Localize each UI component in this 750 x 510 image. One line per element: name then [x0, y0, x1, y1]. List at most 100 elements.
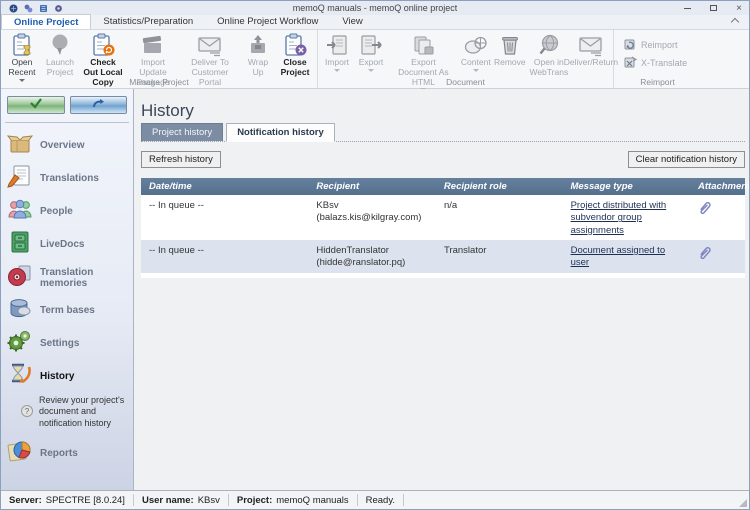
import-update-package-icon	[140, 33, 166, 57]
titlebar: memoQ manuals - memoQ online project ×	[1, 1, 749, 15]
deliver-return-icon	[577, 33, 605, 57]
close-button[interactable]: ×	[733, 2, 745, 14]
import-button[interactable]: Import	[320, 32, 354, 78]
quick-access-toolbar	[9, 4, 63, 13]
undo-arrow-icon	[91, 96, 105, 114]
cell-recipient: KBsv (balazs.kis@kilgray.com)	[308, 195, 436, 228]
x-translate-button[interactable]: X-Translate	[624, 56, 687, 70]
sidebar-item-translations[interactable]: Translations	[7, 162, 133, 195]
resources-icon[interactable]	[39, 4, 48, 13]
cabinet-icon	[7, 229, 33, 260]
open-in-webtrans-button[interactable]: Open in WebTrans	[527, 32, 571, 78]
sidebar-item-term-bases[interactable]: Term bases	[7, 294, 133, 327]
reimport-icon	[624, 38, 637, 52]
open-in-webtrans-icon	[537, 33, 561, 57]
sidebar-item-reports[interactable]: Reports	[7, 437, 133, 470]
document-pen-icon	[7, 163, 33, 194]
dropdown-arrow-icon	[334, 69, 340, 72]
content-button[interactable]: Content	[459, 32, 493, 78]
x-translate-icon	[624, 56, 637, 70]
statusbar: Server: SPECTRE [8.0.24] User name: KBsv…	[1, 490, 749, 509]
content-icon	[463, 33, 489, 57]
ribbon-tab-strip: Online Project Statistics/Preparation On…	[1, 15, 749, 30]
reimport-button[interactable]: Reimport	[624, 38, 687, 52]
cell-role: Translator	[436, 240, 563, 260]
column-recipient[interactable]: Recipient	[308, 181, 436, 192]
sidebar: Overview Translations People LiveDocs Tr…	[1, 89, 134, 490]
column-recipient-role[interactable]: Recipient role	[436, 181, 563, 192]
status-project: Project: memoQ manuals	[229, 494, 358, 506]
collapse-ribbon-icon[interactable]	[732, 18, 739, 23]
group-label-reimport: Reimport	[614, 77, 701, 87]
sidebar-item-overview[interactable]: Overview	[7, 129, 133, 162]
export-document-as-html-icon	[410, 33, 436, 57]
resize-grip[interactable]	[739, 499, 747, 507]
package-icon	[7, 130, 33, 161]
options-gear-icon[interactable]	[54, 4, 63, 13]
revert-changes-button[interactable]	[70, 96, 128, 114]
history-description: ? Review your project's document and not…	[7, 393, 133, 437]
maximize-button[interactable]	[707, 2, 719, 14]
sidebar-item-people[interactable]: People	[7, 195, 133, 228]
close-project-button[interactable]: Close Project	[275, 32, 315, 78]
message-type-link[interactable]: Project distributed with subvendor group…	[571, 200, 667, 236]
import-update-package-button[interactable]: Import Update Package	[127, 32, 179, 78]
open-recent-icon	[9, 33, 35, 57]
help-icon[interactable]: ?	[21, 405, 33, 417]
cell-date: -- In queue --	[141, 195, 308, 215]
remove-button[interactable]: Remove	[493, 32, 527, 78]
memory-disc-icon	[7, 262, 33, 293]
refresh-history-button[interactable]: Refresh history	[141, 151, 221, 168]
group-label-document: Document	[318, 77, 613, 87]
sync-icon[interactable]	[24, 4, 33, 13]
app-window: memoQ manuals - memoQ online project × O…	[0, 0, 750, 510]
sidebar-item-livedocs[interactable]: LiveDocs	[7, 228, 133, 261]
maximize-icon	[710, 5, 717, 11]
tab-online-project-workflow[interactable]: Online Project Workflow	[205, 14, 330, 29]
column-attachment[interactable]: Attachment	[690, 181, 745, 192]
table-empty-space	[141, 273, 745, 278]
check-icon	[29, 96, 43, 114]
gears-icon	[7, 328, 33, 359]
ribbon: Open Recent Launch Project Check Out Loc…	[1, 30, 749, 89]
ribbon-group-manage-project: Open Recent Launch Project Check Out Loc…	[1, 30, 317, 88]
tab-online-project[interactable]: Online Project	[1, 14, 91, 29]
window-title: memoQ manuals - memoQ online project	[1, 3, 749, 13]
cell-recipient: HiddenTranslator (hidde@ranslator.pq)	[308, 240, 436, 273]
hourglass-arrow-icon	[7, 361, 33, 392]
open-recent-button[interactable]: Open Recent	[3, 32, 41, 78]
sidebar-item-translation-memories[interactable]: Translation memories	[7, 261, 133, 294]
deliver-to-customer-portal-button[interactable]: Deliver To Customer Portal	[179, 32, 241, 78]
status-user: User name: KBsv	[134, 494, 229, 506]
tab-view[interactable]: View	[330, 14, 374, 29]
export-button[interactable]: Export	[354, 32, 388, 78]
tab-notification-history[interactable]: Notification history	[226, 123, 335, 142]
paperclip-icon[interactable]	[698, 207, 711, 218]
clear-notification-history-button[interactable]: Clear notification history	[628, 151, 745, 168]
export-document-as-html-button[interactable]: Export Document As HTML	[388, 32, 459, 78]
notification-history-table: Date/time Recipient Recipient role Messa…	[141, 178, 745, 278]
deliver-to-customer-portal-icon	[196, 33, 224, 57]
column-date-time[interactable]: Date/time	[141, 181, 308, 192]
message-type-link[interactable]: Document assigned to user	[571, 245, 666, 268]
minimize-button[interactable]	[681, 2, 693, 14]
check-out-local-copy-button[interactable]: Check Out Local Copy	[79, 32, 127, 78]
deliver-return-button[interactable]: Deliver/Return	[571, 32, 611, 78]
sidebar-item-settings[interactable]: Settings	[7, 327, 133, 360]
table-row[interactable]: -- In queue -- KBsv (balazs.kis@kilgray.…	[141, 195, 745, 240]
tab-statistics-preparation[interactable]: Statistics/Preparation	[91, 14, 205, 29]
launch-project-button[interactable]: Launch Project	[41, 32, 79, 78]
wrap-up-button[interactable]: Wrap Up	[241, 32, 275, 78]
ribbon-group-document: Import Export Export Document As HTML Co…	[317, 30, 613, 88]
remove-trash-icon	[499, 33, 521, 57]
sidebar-item-history[interactable]: History	[7, 360, 133, 393]
dropdown-arrow-icon	[473, 69, 479, 72]
tab-project-history[interactable]: Project history	[141, 123, 223, 141]
minimize-icon	[684, 8, 691, 9]
paperclip-icon[interactable]	[698, 252, 711, 263]
status-ready: Ready.	[358, 494, 404, 506]
column-message-type[interactable]: Message type	[562, 181, 690, 192]
memoq-logo-icon[interactable]	[9, 4, 18, 13]
table-row[interactable]: -- In queue -- HiddenTranslator (hidde@r…	[141, 240, 745, 273]
commit-changes-button[interactable]	[7, 96, 65, 114]
